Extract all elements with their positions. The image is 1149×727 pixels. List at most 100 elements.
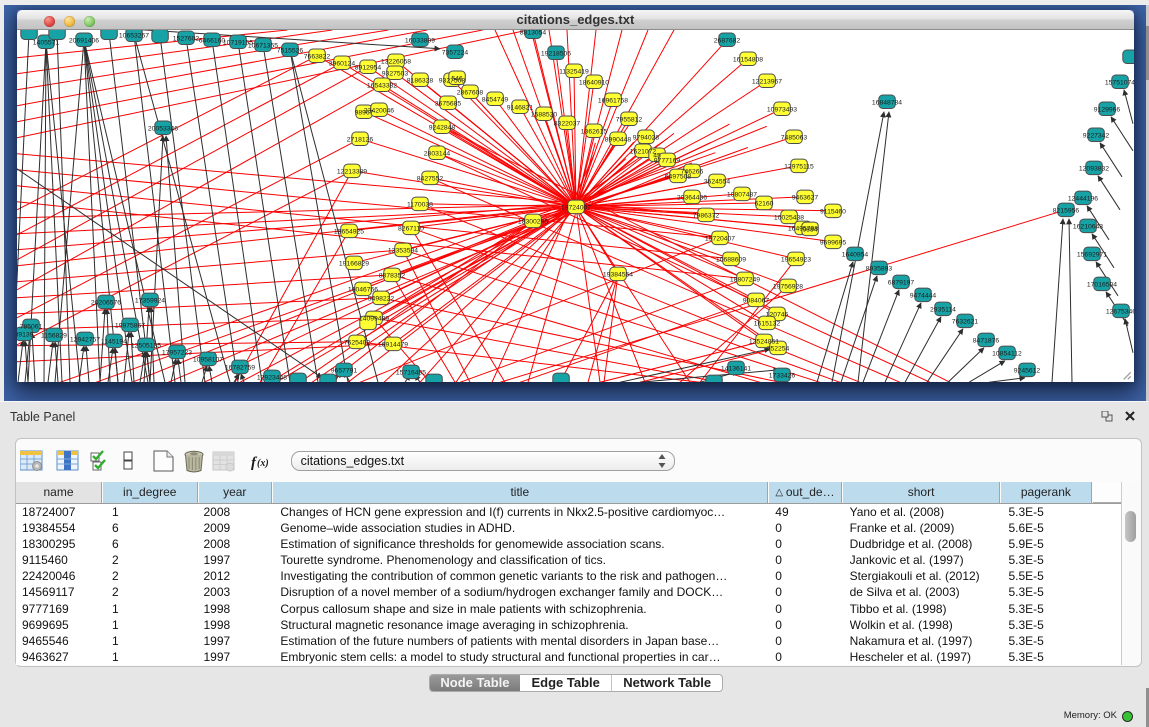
svg-text:6466160: 6466160 (199, 37, 226, 44)
svg-text:6497508: 6497508 (665, 173, 692, 180)
svg-text:12975115: 12975115 (784, 163, 814, 170)
svg-text:16154808: 16154808 (733, 56, 763, 63)
svg-text:19166829: 19166829 (339, 260, 369, 267)
svg-text:12675346: 12675346 (1106, 308, 1134, 315)
svg-text:8215956: 8215956 (1053, 207, 1080, 214)
svg-text:15692971: 15692971 (1077, 251, 1107, 258)
svg-text:6879197: 6879197 (888, 279, 915, 286)
svg-text:7357224: 7357224 (442, 49, 469, 56)
svg-text:8990448: 8990448 (605, 136, 632, 143)
svg-text:12505135: 12505135 (131, 342, 161, 349)
svg-text:2867608: 2867608 (457, 89, 484, 96)
svg-text:546: 546 (451, 75, 463, 82)
svg-text:9084067: 9084067 (743, 297, 770, 304)
svg-text:3624554: 3624554 (704, 178, 731, 185)
svg-text:8267110: 8267110 (398, 225, 424, 232)
svg-text:1156829: 1156829 (41, 332, 67, 339)
svg-text:9327503: 9327503 (382, 70, 409, 77)
svg-text:9777169: 9777169 (654, 157, 681, 164)
svg-text:18300295: 18300295 (518, 218, 548, 225)
svg-text:10688609: 10688609 (716, 256, 746, 263)
svg-text:120746: 120746 (766, 311, 789, 318)
svg-text:2687682: 2687682 (714, 37, 741, 44)
svg-text:10807487: 10807487 (727, 191, 757, 198)
svg-text:16782759: 16782759 (225, 364, 255, 371)
svg-text:18724007: 18724007 (561, 204, 591, 211)
svg-text:8471876: 8471876 (973, 337, 1000, 344)
svg-text:10025438: 10025438 (774, 214, 804, 221)
svg-text:20053346: 20053346 (148, 125, 178, 132)
svg-text:1527602: 1527602 (173, 35, 200, 42)
svg-text:12942757: 12942757 (70, 336, 100, 343)
svg-text:9242848: 9242848 (429, 124, 456, 131)
svg-text:13226058: 13226058 (381, 58, 411, 65)
svg-text:7515526: 7515526 (277, 47, 304, 54)
svg-text:16961758: 16961758 (598, 97, 628, 104)
svg-text:8813054: 8813054 (520, 30, 547, 36)
svg-text:1170038: 1170038 (407, 201, 433, 208)
svg-text:7485063: 7485063 (781, 134, 808, 141)
svg-text:12213389: 12213389 (337, 168, 367, 175)
svg-text:16848784: 16848784 (872, 99, 902, 106)
svg-text:10958107: 10958107 (193, 356, 223, 363)
svg-text:16033809: 16033809 (405, 37, 435, 44)
svg-text:8912954: 8912954 (355, 64, 382, 71)
svg-text:(x): (x) (257, 458, 269, 469)
svg-text:13524851: 13524851 (749, 338, 779, 345)
svg-text:62160: 62160 (755, 200, 774, 207)
svg-text:9227342: 9227342 (1083, 132, 1110, 139)
svg-text:13353594: 13353594 (388, 247, 418, 254)
svg-text:9474444: 9474444 (910, 292, 937, 299)
svg-text:17359924: 17359924 (135, 297, 165, 304)
svg-text:8322037: 8322037 (554, 120, 581, 127)
svg-text:1362615: 1362615 (581, 128, 608, 135)
svg-text:19975867: 19975867 (115, 322, 145, 329)
svg-text:11325419: 11325419 (559, 68, 589, 75)
svg-text:1615132: 1615132 (754, 320, 781, 327)
svg-text:10046766: 10046766 (348, 286, 378, 293)
svg-text:14099489: 14099489 (359, 315, 389, 322)
svg-text:8935893: 8935893 (866, 265, 893, 272)
svg-text:18807249: 18807249 (730, 276, 760, 283)
svg-text:8878352: 8878352 (379, 272, 406, 279)
svg-text:10653267: 10653267 (119, 32, 149, 39)
svg-text:9884: 9884 (802, 226, 817, 233)
svg-text:7986372: 7986372 (693, 212, 720, 219)
svg-text:8186328: 8186328 (407, 77, 434, 84)
svg-text:9794028: 9794028 (633, 134, 660, 141)
svg-text:9115460: 9115460 (820, 208, 846, 215)
svg-text:7625402: 7625402 (344, 339, 371, 346)
svg-text:8427552: 8427552 (417, 175, 444, 182)
svg-text:20691406: 20691406 (69, 37, 99, 44)
svg-text:9146821: 9146821 (507, 104, 534, 111)
svg-text:1588520: 1588520 (531, 111, 558, 118)
svg-text:7955812: 7955812 (616, 116, 643, 123)
svg-text:1405571: 1405571 (33, 39, 60, 46)
svg-text:9129966: 9129966 (1094, 106, 1121, 113)
svg-text:12093832: 12093832 (1079, 165, 1109, 172)
svg-text:7663822: 7663822 (304, 53, 331, 60)
svg-text:9245612: 9245612 (1014, 367, 1041, 374)
svg-text:3675685: 3675685 (435, 100, 462, 107)
svg-text:9657791: 9657791 (331, 367, 358, 374)
svg-text:39139: 39139 (17, 331, 34, 338)
svg-text:2718126: 2718126 (347, 136, 374, 143)
svg-text:1145194: 1145194 (101, 338, 127, 345)
svg-text:10973493: 10973493 (767, 106, 797, 113)
svg-text:12923448: 12923448 (257, 374, 287, 381)
svg-text:9699695: 9699695 (820, 239, 847, 246)
svg-text:5498222: 5498222 (368, 295, 395, 302)
svg-text:19654925: 19654925 (334, 228, 364, 235)
svg-text:10854112: 10854112 (992, 350, 1022, 357)
svg-text:16543382: 16543382 (367, 82, 397, 89)
svg-text:19384554: 19384554 (603, 271, 633, 278)
svg-text:785061: 785061 (20, 323, 43, 330)
svg-text:12213967: 12213967 (752, 78, 782, 85)
svg-text:9463627: 9463627 (792, 194, 819, 201)
svg-text:19756928: 19756928 (773, 283, 803, 290)
svg-text:7632621: 7632621 (952, 318, 979, 325)
svg-text:15720407: 15720407 (705, 235, 735, 242)
svg-text:2935114: 2935114 (930, 306, 956, 313)
svg-text:10671355: 10671355 (248, 42, 278, 49)
svg-text:1733426: 1733426 (769, 372, 796, 379)
